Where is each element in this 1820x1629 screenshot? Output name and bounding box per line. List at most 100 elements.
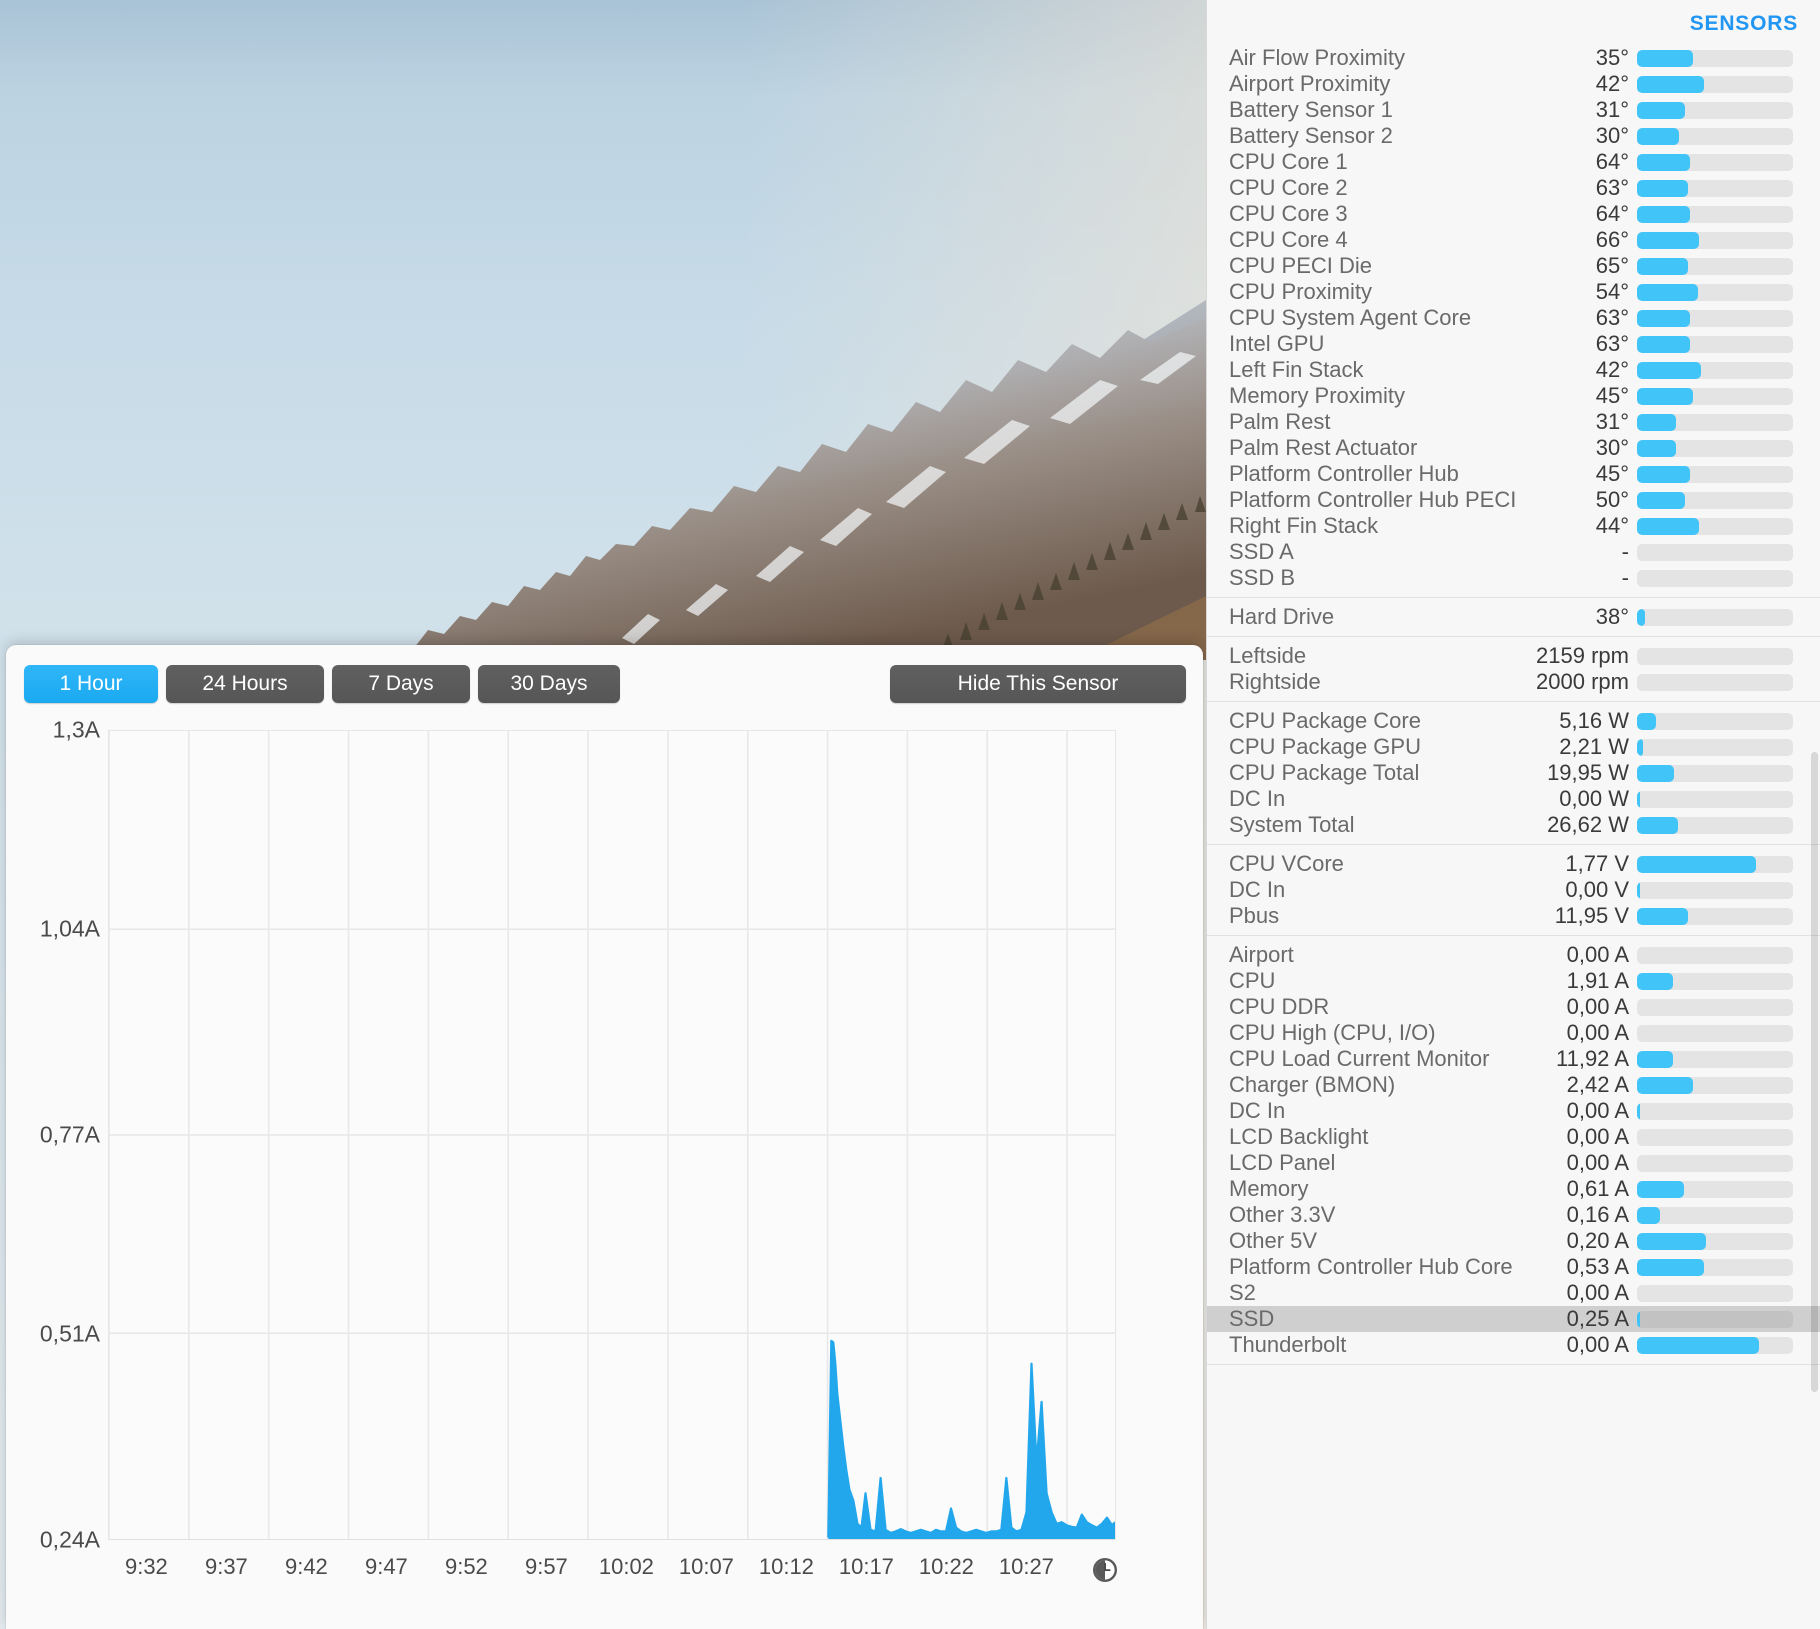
sensor-level-fill — [1637, 1233, 1706, 1250]
sensor-row[interactable]: CPU Proximity54° — [1207, 279, 1820, 305]
hide-this-sensor-button[interactable]: Hide This Sensor — [890, 665, 1186, 703]
sensor-level-bar — [1637, 648, 1793, 665]
sensor-value: 11,95 V — [1439, 903, 1629, 929]
sensor-row[interactable]: Platform Controller Hub PECI50° — [1207, 487, 1820, 513]
x-axis-tick: 9:57 — [525, 1554, 568, 1580]
sensor-value: 1,77 V — [1439, 851, 1629, 877]
sensor-value: 45° — [1439, 383, 1629, 409]
sensor-level-bar — [1637, 388, 1793, 405]
sensor-row[interactable]: SSD0,25 A — [1207, 1306, 1820, 1332]
sensor-row[interactable]: CPU Load Current Monitor11,92 A — [1207, 1046, 1820, 1072]
sensor-row[interactable]: Left Fin Stack42° — [1207, 357, 1820, 383]
sensor-level-bar — [1637, 999, 1793, 1016]
sensor-row[interactable]: Intel GPU63° — [1207, 331, 1820, 357]
sensor-row[interactable]: SSD A- — [1207, 539, 1820, 565]
sensor-row[interactable]: Airport 0,00 A — [1207, 942, 1820, 968]
sensor-row[interactable]: Memory Proximity45° — [1207, 383, 1820, 409]
range-button-30-days[interactable]: 30 Days — [478, 665, 620, 703]
sensor-name: Other 3.3V — [1229, 1202, 1335, 1228]
sensor-row[interactable]: CPU DDR 0,00 A — [1207, 994, 1820, 1020]
sensors-panel-scrollbar[interactable] — [1811, 752, 1818, 1392]
sensor-level-fill — [1637, 76, 1704, 93]
sensor-row[interactable]: CPU Core 263° — [1207, 175, 1820, 201]
sensor-row[interactable]: DC In0,00 V — [1207, 877, 1820, 903]
sensor-row[interactable]: Palm Rest Actuator30° — [1207, 435, 1820, 461]
sensor-row[interactable]: LCD Panel0,00 A — [1207, 1150, 1820, 1176]
sensor-name: Airport — [1229, 942, 1294, 968]
sensor-level-fill — [1637, 258, 1688, 275]
sensor-row[interactable]: Platform Controller Hub45° — [1207, 461, 1820, 487]
sensor-level-fill — [1637, 50, 1693, 67]
sensor-row[interactable]: System Total26,62 W — [1207, 812, 1820, 838]
sensor-level-bar — [1637, 1337, 1793, 1354]
sensor-row[interactable]: Platform Controller Hub Core0,53 A — [1207, 1254, 1820, 1280]
chart-plot-area[interactable] — [108, 730, 1116, 1540]
sensor-name: CPU DDR — [1229, 994, 1329, 1020]
sensor-value: 42° — [1439, 71, 1629, 97]
clock-icon[interactable] — [1091, 1556, 1119, 1584]
sensor-name: Other 5V — [1229, 1228, 1317, 1254]
sensor-level-fill — [1637, 791, 1640, 808]
sensor-row[interactable]: Hard Drive38° — [1207, 604, 1820, 630]
sensor-level-bar — [1637, 284, 1793, 301]
sensor-value: 1,91 A — [1439, 968, 1629, 994]
x-axis-tick: 9:42 — [285, 1554, 328, 1580]
sensor-row[interactable]: Memory0,61 A — [1207, 1176, 1820, 1202]
sensor-row[interactable]: S20,00 A — [1207, 1280, 1820, 1306]
sensor-row[interactable]: Rightside2000 rpm — [1207, 669, 1820, 695]
range-button-24-hours[interactable]: 24 Hours — [166, 665, 324, 703]
sensor-value: 65° — [1439, 253, 1629, 279]
sensor-name: Battery Sensor 2 — [1229, 123, 1393, 149]
sensor-row[interactable]: Right Fin Stack44° — [1207, 513, 1820, 539]
sensor-row[interactable]: Battery Sensor 131° — [1207, 97, 1820, 123]
sensor-value: 2000 rpm — [1439, 669, 1629, 695]
sensor-name: Platform Controller Hub — [1229, 461, 1459, 487]
sensor-row[interactable]: Charger (BMON)2,42 A — [1207, 1072, 1820, 1098]
sensor-row[interactable]: CPU Core 164° — [1207, 149, 1820, 175]
sensor-graph-window: 1 Hour 24 Hours 7 Days 30 Days Hide This… — [6, 645, 1203, 1629]
sensor-row[interactable]: CPU Core 466° — [1207, 227, 1820, 253]
sensor-level-bar — [1637, 258, 1793, 275]
sensor-value: 38° — [1439, 604, 1629, 630]
sensor-row[interactable]: CPU System Agent Core63° — [1207, 305, 1820, 331]
sensor-row[interactable]: Airport Proximity42° — [1207, 71, 1820, 97]
sensor-name: Thunderbolt — [1229, 1332, 1346, 1358]
sensor-value: 0,16 A — [1439, 1202, 1629, 1228]
sensor-row[interactable]: Pbus11,95 V — [1207, 903, 1820, 929]
sensor-row[interactable]: CPU VCore1,77 V — [1207, 851, 1820, 877]
sensor-row[interactable]: Other 3.3V 0,16 A — [1207, 1202, 1820, 1228]
sensor-name: DC In — [1229, 786, 1285, 812]
sensor-name: CPU Core 1 — [1229, 149, 1348, 175]
sensor-name: Leftside — [1229, 643, 1306, 669]
sensor-row[interactable]: CPU Package Core5,16 W — [1207, 708, 1820, 734]
sensor-level-fill — [1637, 817, 1678, 834]
sensor-row[interactable]: CPU High (CPU, I/O)0,00 A — [1207, 1020, 1820, 1046]
sensor-row[interactable]: DC In0,00 A — [1207, 1098, 1820, 1124]
sensor-level-fill — [1637, 765, 1674, 782]
sensor-row[interactable]: Palm Rest31° — [1207, 409, 1820, 435]
sensor-row[interactable]: Leftside2159 rpm — [1207, 643, 1820, 669]
sensor-row[interactable]: CPU Package Total19,95 W — [1207, 760, 1820, 786]
sensor-value: 63° — [1439, 331, 1629, 357]
sensor-value: 0,00 A — [1439, 994, 1629, 1020]
sensor-value: 0,00 A — [1439, 942, 1629, 968]
sensor-row[interactable]: Thunderbolt0,00 A — [1207, 1332, 1820, 1358]
sensor-row[interactable]: Air Flow Proximity35° — [1207, 45, 1820, 71]
sensor-level-bar — [1637, 440, 1793, 457]
sensor-row[interactable]: CPU Core 364° — [1207, 201, 1820, 227]
sensor-level-bar — [1637, 1129, 1793, 1146]
sensor-row[interactable]: SSD B- — [1207, 565, 1820, 591]
sensor-row[interactable]: DC In0,00 W — [1207, 786, 1820, 812]
sensor-row[interactable]: Other 5V0,20 A — [1207, 1228, 1820, 1254]
sensor-row[interactable]: CPU1,91 A — [1207, 968, 1820, 994]
sensor-level-bar — [1637, 76, 1793, 93]
range-button-7-days[interactable]: 7 Days — [332, 665, 470, 703]
sensors-panel: SENSORS Air Flow Proximity35°Airport Pro… — [1206, 0, 1820, 1629]
sensor-level-fill — [1637, 336, 1690, 353]
sensor-row[interactable]: CPU PECI Die65° — [1207, 253, 1820, 279]
range-button-1-hour[interactable]: 1 Hour — [24, 665, 158, 703]
sensor-name: LCD Panel — [1229, 1150, 1335, 1176]
sensor-row[interactable]: Battery Sensor 230° — [1207, 123, 1820, 149]
sensor-row[interactable]: LCD Backlight0,00 A — [1207, 1124, 1820, 1150]
sensor-row[interactable]: CPU Package GPU2,21 W — [1207, 734, 1820, 760]
